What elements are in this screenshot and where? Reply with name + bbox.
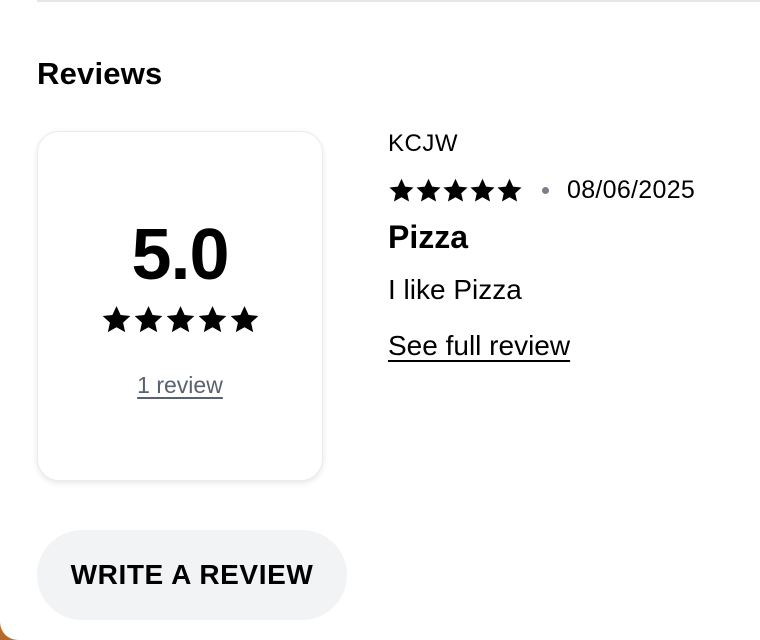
- star-icon: [416, 178, 441, 202]
- rating-summary-card: 5.0 1 review: [37, 131, 323, 481]
- review-title: Pizza: [388, 219, 469, 255]
- star-icon: [102, 306, 130, 333]
- write-review-button[interactable]: WRITE A REVIEW: [37, 530, 347, 620]
- dot-separator: [542, 187, 549, 194]
- reviews-panel: Reviews 5.0 1 review KCJW 08/06/2025 Piz…: [0, 0, 760, 640]
- star-icon: [470, 178, 495, 202]
- reviewer-name: KCJW: [388, 130, 458, 157]
- review-item: KCJW 08/06/2025 Pizza I like Pizza See f…: [388, 130, 748, 362]
- star-icon: [198, 306, 226, 333]
- section-title: Reviews: [37, 56, 163, 91]
- top-divider: [37, 0, 760, 2]
- review-count-link[interactable]: 1 review: [38, 372, 322, 399]
- review-date: 08/06/2025: [567, 176, 696, 204]
- review-body: I like Pizza: [388, 274, 522, 305]
- star-icon: [443, 178, 468, 202]
- star-icon: [389, 178, 414, 202]
- star-icon: [497, 178, 522, 202]
- star-icon: [230, 306, 258, 333]
- review-meta: 08/06/2025: [388, 176, 748, 205]
- star-icon: [134, 306, 162, 333]
- star-icon: [166, 306, 194, 333]
- review-star-rating: [388, 177, 523, 204]
- summary-star-rating: [38, 304, 322, 335]
- average-rating: 5.0: [131, 215, 229, 295]
- see-full-review-link[interactable]: See full review: [388, 330, 570, 362]
